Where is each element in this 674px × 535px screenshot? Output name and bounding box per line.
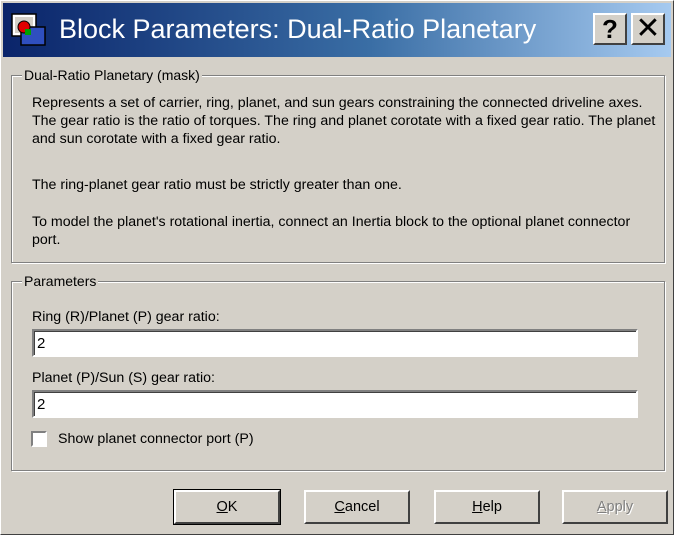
title-bar[interactable]: Block Parameters: Dual-Ratio Planetary ?… [3,3,671,57]
description-group-legend: Dual-Ratio Planetary (mask) [22,67,202,83]
close-button[interactable]: ✕ [631,13,665,45]
help-mnemonic: H [472,499,483,515]
ok-button[interactable]: OK [173,489,281,525]
show-port-label[interactable]: Show planet connector port (P) [58,430,254,448]
ring-planet-ratio-label: Ring (R)/Planet (P) gear ratio: [32,309,220,325]
help-button[interactable]: Help [434,490,540,524]
ring-planet-ratio-input[interactable]: 2 [32,329,638,357]
planet-sun-ratio-input[interactable]: 2 [32,390,638,418]
planet-sun-ratio-label: Planet (P)/Sun (S) gear ratio: [32,370,215,386]
ok-label: K [227,499,238,515]
apply-mnemonic: A [596,499,607,515]
show-port-checkbox[interactable] [31,431,47,447]
help-label: elp [482,499,502,515]
cancel-mnemonic: C [334,499,345,515]
description-paragraph-1: Represents a set of carrier, ring, plane… [32,95,656,147]
simulink-block-icon [11,13,46,46]
parameters-group-legend: Parameters [22,273,99,289]
ok-mnemonic: O [216,499,228,515]
parameters-group: Parameters Ring (R)/Planet (P) gear rati… [11,273,665,471]
description-paragraph-3: To model the planet's rotational inertia… [32,214,631,248]
dialog-window: Block Parameters: Dual-Ratio Planetary ?… [0,0,674,535]
window-title: Block Parameters: Dual-Ratio Planetary [59,14,537,44]
apply-button[interactable]: Apply [562,490,668,524]
close-icon: ✕ [635,12,661,45]
help-title-button[interactable]: ? [593,13,627,45]
description-group: Dual-Ratio Planetary (mask) Represents a… [11,67,665,263]
apply-label: pply [606,499,634,515]
cancel-button[interactable]: Cancel [304,490,410,524]
question-mark-icon: ? [602,14,618,44]
description-paragraph-2: The ring-planet gear ratio must be stric… [32,177,402,193]
cancel-label: ancel [344,499,380,515]
